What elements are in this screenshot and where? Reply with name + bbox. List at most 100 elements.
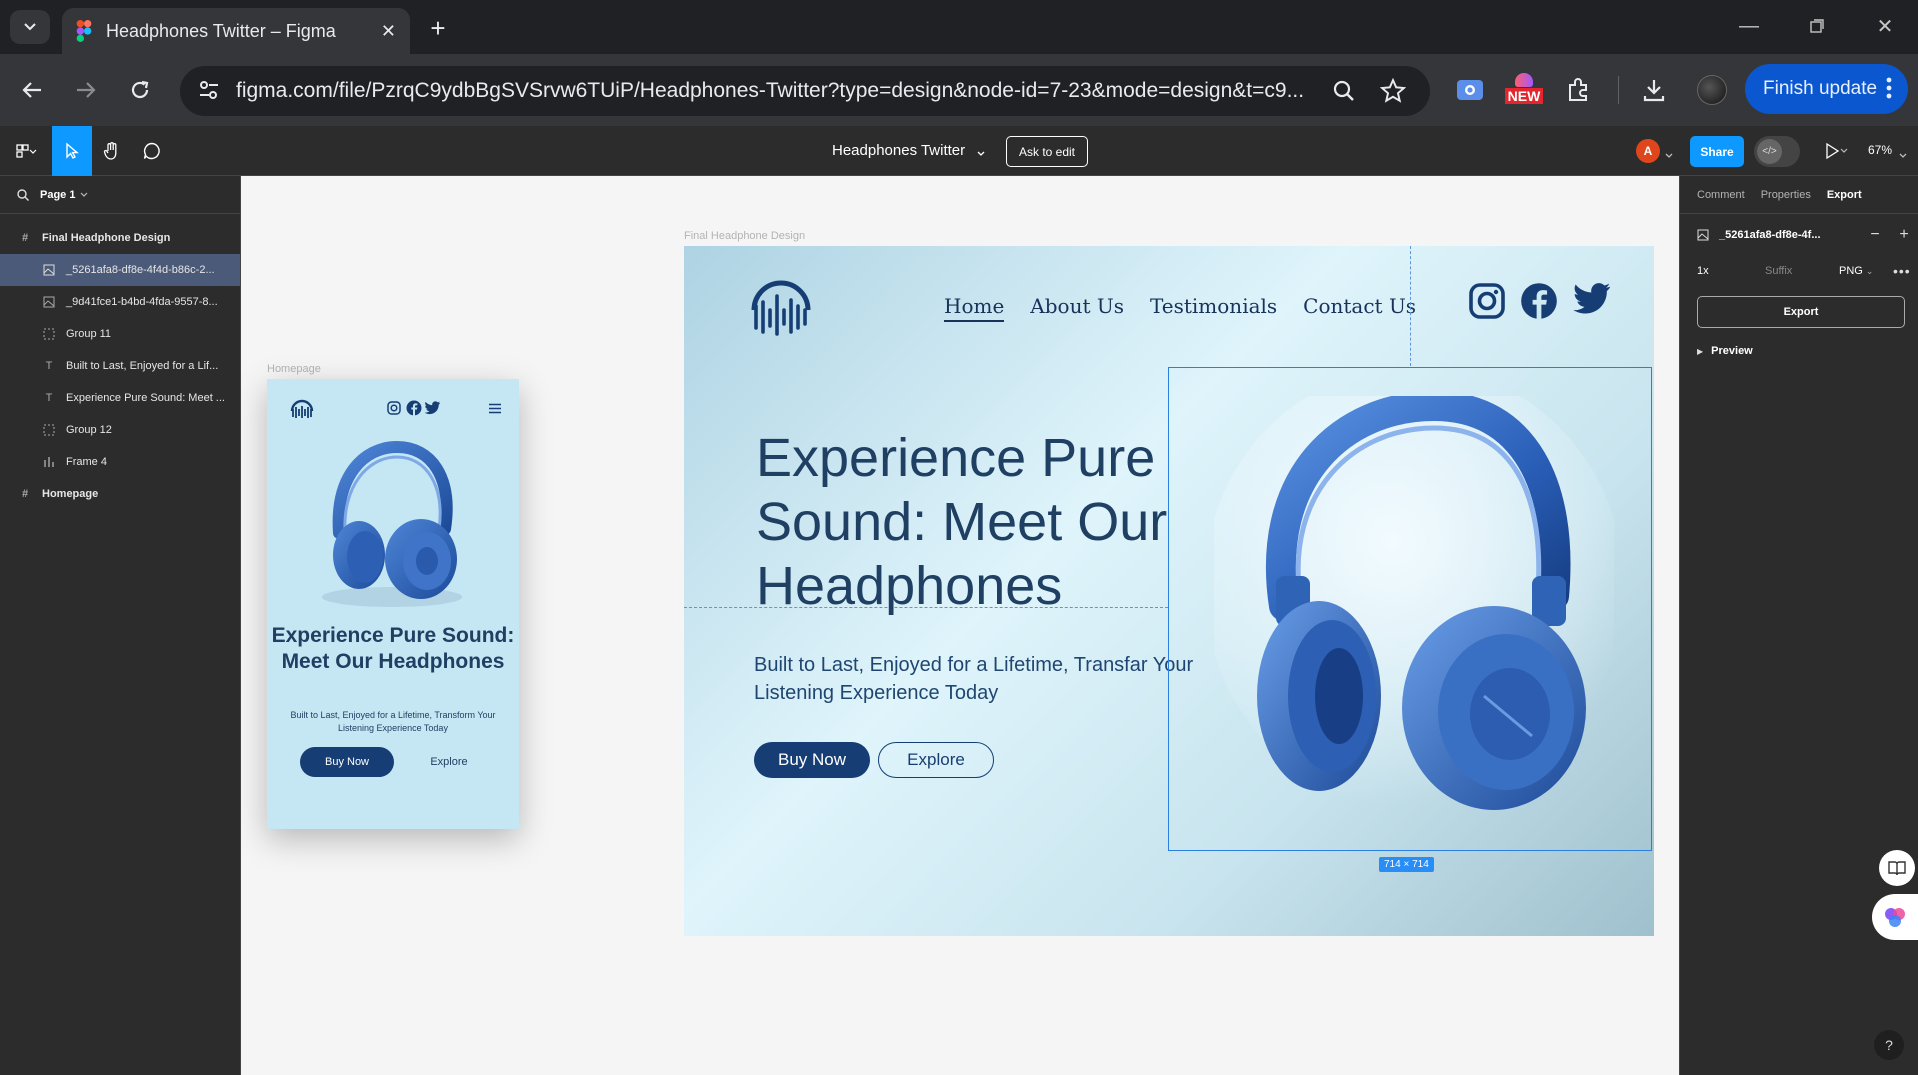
- figma-toolbar: Headphones Twitter Ask to edit A Share <…: [0, 126, 1918, 176]
- minimize-icon[interactable]: —: [1726, 10, 1772, 42]
- tab-search-button[interactable]: [10, 10, 50, 44]
- new-tab-button[interactable]: +: [422, 12, 454, 44]
- back-button[interactable]: [14, 72, 50, 108]
- facebook-icon[interactable]: [1520, 282, 1558, 320]
- avatar[interactable]: A: [1636, 139, 1660, 163]
- ai-assistant-icon[interactable]: [1872, 894, 1918, 940]
- page-selector[interactable]: Page 1: [0, 176, 240, 214]
- group-icon: [42, 327, 56, 341]
- file-title[interactable]: Headphones Twitter: [832, 142, 965, 159]
- reload-button[interactable]: [122, 72, 158, 108]
- properties-panel: Comment Properties Export _5261afa8-df8e…: [1679, 176, 1918, 1075]
- nav-about-us[interactable]: About Us: [1030, 294, 1124, 322]
- dev-mode-toggle[interactable]: </>: [1754, 136, 1800, 167]
- desktop-frame-label[interactable]: Final Headphone Design: [684, 230, 805, 242]
- selection-bounding-box[interactable]: [1168, 367, 1652, 851]
- comment-tool-button[interactable]: [134, 126, 170, 176]
- help-icon[interactable]: ?: [1874, 1030, 1904, 1060]
- instagram-icon[interactable]: [387, 401, 401, 415]
- restore-icon[interactable]: [1794, 10, 1840, 42]
- tab-properties[interactable]: Properties: [1761, 189, 1811, 201]
- new-extension-icon[interactable]: NEW: [1504, 68, 1544, 108]
- export-suffix-input[interactable]: Suffix: [1747, 265, 1827, 277]
- minus-icon[interactable]: −: [1861, 226, 1889, 244]
- present-play-icon[interactable]: [1824, 142, 1848, 165]
- finish-update-button[interactable]: Finish update: [1745, 64, 1908, 114]
- active-tab[interactable]: Headphones Twitter – Figma ✕: [62, 8, 410, 54]
- main-menu-button[interactable]: [8, 126, 44, 176]
- export-scale-select[interactable]: 1x: [1697, 265, 1747, 277]
- layer-final-headphone-design[interactable]: # Final Headphone Design: [0, 222, 240, 254]
- more-vertical-icon: [1886, 77, 1892, 105]
- mobile-explore-button[interactable]: Explore: [422, 752, 476, 772]
- search-icon[interactable]: [16, 188, 30, 202]
- arrow-right-icon: [77, 82, 96, 98]
- close-tab-icon[interactable]: ✕: [381, 21, 396, 42]
- facebook-icon[interactable]: [406, 400, 422, 416]
- layer-label: _9d41fce1-b4bd-4fda-9557-8...: [66, 296, 218, 308]
- layer-group-12[interactable]: Group 12: [0, 414, 240, 446]
- share-button[interactable]: Share: [1690, 136, 1744, 167]
- site-settings-icon[interactable]: [198, 80, 220, 105]
- plus-icon[interactable]: +: [1889, 226, 1918, 244]
- chevron-down-icon[interactable]: [1898, 147, 1908, 165]
- image-icon: [1697, 229, 1709, 241]
- more-horizontal-icon[interactable]: •••: [1893, 263, 1911, 279]
- new-badge: NEW: [1504, 87, 1544, 104]
- extensions-puzzle-icon[interactable]: [1562, 74, 1594, 106]
- downloads-icon[interactable]: [1638, 74, 1670, 106]
- caret-right-icon: ▶: [1697, 346, 1704, 356]
- bookmark-star-icon[interactable]: [1379, 77, 1407, 109]
- text-icon: T: [45, 392, 53, 404]
- hamburger-menu-icon[interactable]: [488, 403, 502, 414]
- smart-guide-vertical: [1410, 246, 1411, 366]
- forward-button[interactable]: [68, 72, 104, 108]
- ask-to-edit-button[interactable]: Ask to edit: [1006, 136, 1088, 167]
- chevron-down-icon[interactable]: [976, 145, 986, 163]
- tab-export[interactable]: Export: [1827, 189, 1862, 201]
- instagram-icon[interactable]: [1468, 282, 1506, 320]
- chevron-down-icon[interactable]: [1664, 147, 1674, 165]
- comment-icon: [143, 142, 160, 160]
- layer-homepage[interactable]: # Homepage: [0, 478, 240, 510]
- profile-avatar[interactable]: [1696, 74, 1728, 106]
- layer-label: Group 12: [66, 424, 112, 436]
- layer-group-11[interactable]: Group 11: [0, 318, 240, 350]
- zoom-search-icon[interactable]: [1332, 79, 1356, 108]
- design-canvas[interactable]: Final Headphone Design Homepage Experien…: [241, 176, 1679, 1075]
- address-bar[interactable]: figma.com/file/PzrqC9ydbBgSVSrvw6TUiP/He…: [180, 66, 1430, 116]
- nav-home[interactable]: Home: [944, 294, 1005, 322]
- close-window-icon[interactable]: ✕: [1862, 10, 1908, 42]
- buy-now-button[interactable]: Buy Now: [754, 742, 870, 778]
- desktop-design-frame[interactable]: Home About Us Testimonials Contact Us Ex…: [684, 246, 1654, 936]
- move-tool-button[interactable]: [52, 126, 92, 176]
- layer-text-experience[interactable]: T Experience Pure Sound: Meet ...: [0, 382, 240, 414]
- twitter-icon[interactable]: [424, 401, 441, 415]
- headphones-logo-icon: [751, 280, 811, 336]
- twitter-icon[interactable]: [1572, 282, 1612, 316]
- hand-tool-button[interactable]: [94, 126, 130, 176]
- nav-testimonials[interactable]: Testimonials: [1150, 294, 1277, 322]
- image-icon: [42, 295, 56, 309]
- reload-icon: [131, 80, 149, 99]
- docs-book-icon[interactable]: [1879, 850, 1915, 886]
- text-icon: T: [45, 360, 53, 372]
- nav-contact-us[interactable]: Contact Us: [1303, 294, 1416, 322]
- mobile-buy-now-button[interactable]: Buy Now: [300, 747, 394, 777]
- layer-image-5261afa8[interactable]: _5261afa8-df8e-4f4d-b86c-2...: [0, 254, 240, 286]
- explore-button[interactable]: Explore: [878, 742, 994, 778]
- preview-toggle[interactable]: ▶ Preview: [1680, 336, 1918, 366]
- image-icon: [42, 263, 56, 277]
- zoom-level[interactable]: 67%: [1868, 143, 1892, 157]
- export-format-select[interactable]: PNG ⌄: [1827, 265, 1883, 277]
- browser-tab-bar: Headphones Twitter – Figma ✕ + — ✕: [0, 0, 1918, 54]
- layer-text-built-to-last[interactable]: T Built to Last, Enjoyed for a Lif...: [0, 350, 240, 382]
- export-button[interactable]: Export: [1697, 296, 1905, 328]
- mobile-homepage-frame[interactable]: Experience Pure Sound: Meet Our Headphon…: [267, 379, 519, 829]
- layer-image-9d41fce1[interactable]: _9d41fce1-b4bd-4fda-9557-8...: [0, 286, 240, 318]
- mobile-frame-label[interactable]: Homepage: [267, 363, 321, 375]
- layer-frame-4[interactable]: Frame 4: [0, 446, 240, 478]
- tab-comment[interactable]: Comment: [1697, 189, 1745, 201]
- layer-label: Group 11: [66, 328, 112, 340]
- screen-recorder-extension-icon[interactable]: [1454, 74, 1486, 106]
